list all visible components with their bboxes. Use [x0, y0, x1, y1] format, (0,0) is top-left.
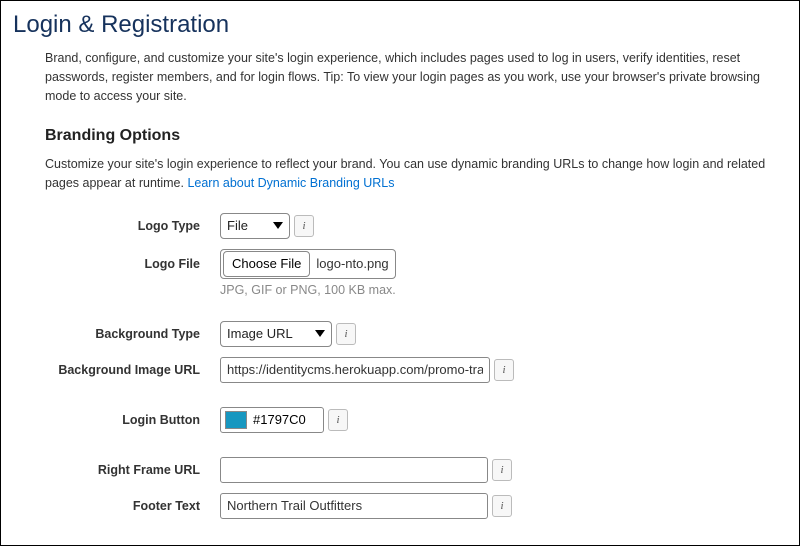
- page-container: Login & Registration Brand, configure, a…: [0, 0, 800, 546]
- footer-text-input[interactable]: [220, 493, 488, 519]
- login-button-color-input[interactable]: [253, 410, 319, 430]
- footer-text-row: Footer Text i: [45, 493, 767, 519]
- right-frame-url-label: Right Frame URL: [45, 463, 220, 477]
- logo-file-hint: JPG, GIF or PNG, 100 KB max.: [220, 283, 767, 297]
- right-frame-url-input[interactable]: [220, 457, 488, 483]
- logo-type-row: Logo Type File i: [45, 213, 767, 239]
- footer-text-label: Footer Text: [45, 499, 220, 513]
- logo-type-value: File: [227, 218, 266, 233]
- content-area: Brand, configure, and customize your sit…: [1, 49, 799, 519]
- logo-type-label: Logo Type: [45, 219, 220, 233]
- logo-file-row: Logo File Choose File logo-nto.png: [45, 249, 767, 279]
- page-description: Brand, configure, and customize your sit…: [45, 49, 767, 105]
- login-button-row: Login Button i: [45, 407, 767, 433]
- logo-type-select[interactable]: File: [220, 213, 290, 239]
- page-title: Login & Registration: [1, 11, 799, 49]
- background-url-input[interactable]: [220, 357, 490, 383]
- background-type-value: Image URL: [227, 326, 311, 341]
- logo-file-name: logo-nto.png: [316, 256, 388, 271]
- login-button-label: Login Button: [45, 413, 220, 427]
- dynamic-branding-link[interactable]: Learn about Dynamic Branding URLs: [187, 176, 394, 190]
- login-button-color-picker[interactable]: [220, 407, 324, 433]
- info-icon[interactable]: i: [328, 409, 348, 431]
- color-swatch: [225, 411, 247, 429]
- choose-file-button[interactable]: Choose File: [223, 251, 310, 277]
- background-type-select[interactable]: Image URL: [220, 321, 332, 347]
- background-url-label: Background Image URL: [45, 363, 220, 377]
- info-icon[interactable]: i: [294, 215, 314, 237]
- logo-file-picker: Choose File logo-nto.png: [220, 249, 396, 279]
- branding-desc-text: Customize your site's login experience t…: [45, 157, 765, 190]
- chevron-down-icon: [273, 222, 283, 229]
- branding-section-title: Branding Options: [45, 127, 767, 145]
- background-url-row: Background Image URL i: [45, 357, 767, 383]
- logo-file-hint-row: JPG, GIF or PNG, 100 KB max.: [45, 283, 767, 297]
- info-icon[interactable]: i: [492, 459, 512, 481]
- background-type-label: Background Type: [45, 327, 220, 341]
- info-icon[interactable]: i: [492, 495, 512, 517]
- chevron-down-icon: [315, 330, 325, 337]
- logo-file-label: Logo File: [45, 257, 220, 271]
- branding-description: Customize your site's login experience t…: [45, 155, 767, 193]
- info-icon[interactable]: i: [336, 323, 356, 345]
- info-icon[interactable]: i: [494, 359, 514, 381]
- background-type-row: Background Type Image URL i: [45, 321, 767, 347]
- right-frame-url-row: Right Frame URL i: [45, 457, 767, 483]
